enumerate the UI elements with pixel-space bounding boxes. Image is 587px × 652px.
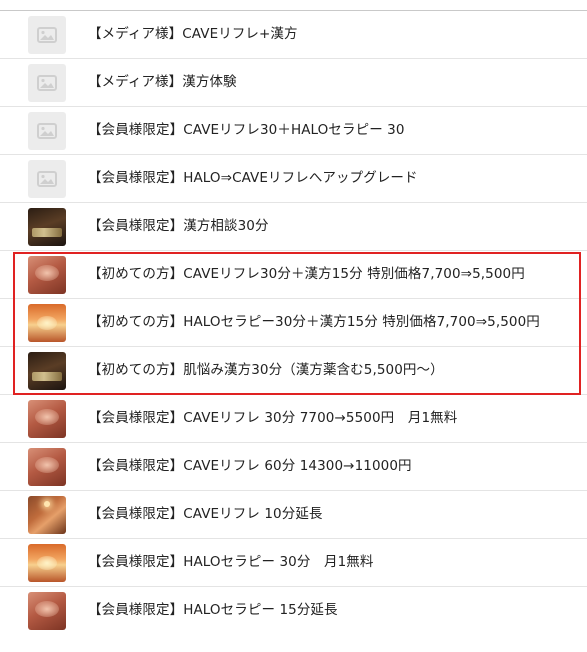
menu-item[interactable]: 【メディア様】漢方体験	[0, 59, 587, 107]
menu-item[interactable]: 【初めての方】CAVEリフレ30分＋漢方15分 特別価格7,700⇒5,500円	[0, 251, 587, 299]
menu-item[interactable]: 【メディア様】CAVEリフレ+漢方	[0, 11, 587, 59]
menu-list: 【メディア様】CAVEリフレ+漢方 【メディア様】漢方体験 【会員様限定】CAV…	[0, 11, 587, 634]
image-placeholder-icon	[28, 160, 66, 198]
image-placeholder-icon	[28, 16, 66, 54]
menu-item-label: 【会員様限定】CAVEリフレ30＋HALOセラピー 30	[88, 122, 405, 138]
image-placeholder-icon	[28, 112, 66, 150]
menu-item-thumbnail	[28, 352, 66, 390]
menu-item-label: 【会員様限定】CAVEリフレ 10分延長	[88, 506, 323, 522]
menu-item-label: 【会員様限定】漢方相談30分	[88, 218, 269, 234]
menu-item-thumbnail	[28, 400, 66, 438]
menu-item[interactable]: 【会員様限定】漢方相談30分	[0, 203, 587, 251]
menu-item-thumbnail	[28, 592, 66, 630]
menu-item-thumbnail	[28, 448, 66, 486]
menu-item[interactable]: 【初めての方】HALOセラピー30分＋漢方15分 特別価格7,700⇒5,500…	[0, 299, 587, 347]
menu-item-thumbnail	[28, 256, 66, 294]
menu-item-label: 【会員様限定】HALOセラピー 15分延長	[88, 602, 338, 618]
menu-item[interactable]: 【会員様限定】CAVEリフレ 10分延長	[0, 491, 587, 539]
menu-item[interactable]: 【会員様限定】HALOセラピー 30分 月1無料	[0, 539, 587, 587]
menu-item[interactable]: 【会員様限定】CAVEリフレ 30分 7700→5500円 月1無料	[0, 395, 587, 443]
menu-item-label: 【会員様限定】CAVEリフレ 30分 7700→5500円 月1無料	[88, 410, 458, 426]
menu-item-label: 【メディア様】CAVEリフレ+漢方	[88, 26, 298, 42]
menu-item-label: 【メディア様】漢方体験	[88, 74, 237, 90]
menu-item-label: 【会員様限定】HALOセラピー 30分 月1無料	[88, 554, 374, 570]
image-placeholder-icon	[28, 64, 66, 102]
menu-item-label: 【初めての方】肌悩み漢方30分（漢方薬含む5,500円〜）	[88, 362, 444, 378]
menu-item-thumbnail	[28, 496, 66, 534]
menu-item[interactable]: 【会員様限定】CAVEリフレ30＋HALOセラピー 30	[0, 107, 587, 155]
menu-item-label: 【会員様限定】HALO⇒CAVEリフレへアップグレード	[88, 170, 418, 186]
menu-item-thumbnail	[28, 544, 66, 582]
menu-item-thumbnail	[28, 208, 66, 246]
menu-item-thumbnail	[28, 304, 66, 342]
menu-item[interactable]: 【初めての方】肌悩み漢方30分（漢方薬含む5,500円〜）	[0, 347, 587, 395]
menu-item[interactable]: 【会員様限定】CAVEリフレ 60分 14300→11000円	[0, 443, 587, 491]
menu-item[interactable]: 【会員様限定】HALO⇒CAVEリフレへアップグレード	[0, 155, 587, 203]
menu-item-label: 【会員様限定】CAVEリフレ 60分 14300→11000円	[88, 458, 412, 474]
menu-item-label: 【初めての方】CAVEリフレ30分＋漢方15分 特別価格7,700⇒5,500円	[88, 266, 525, 282]
menu-item[interactable]: 【会員様限定】HALOセラピー 15分延長	[0, 587, 587, 634]
menu-item-label: 【初めての方】HALOセラピー30分＋漢方15分 特別価格7,700⇒5,500…	[88, 314, 540, 330]
